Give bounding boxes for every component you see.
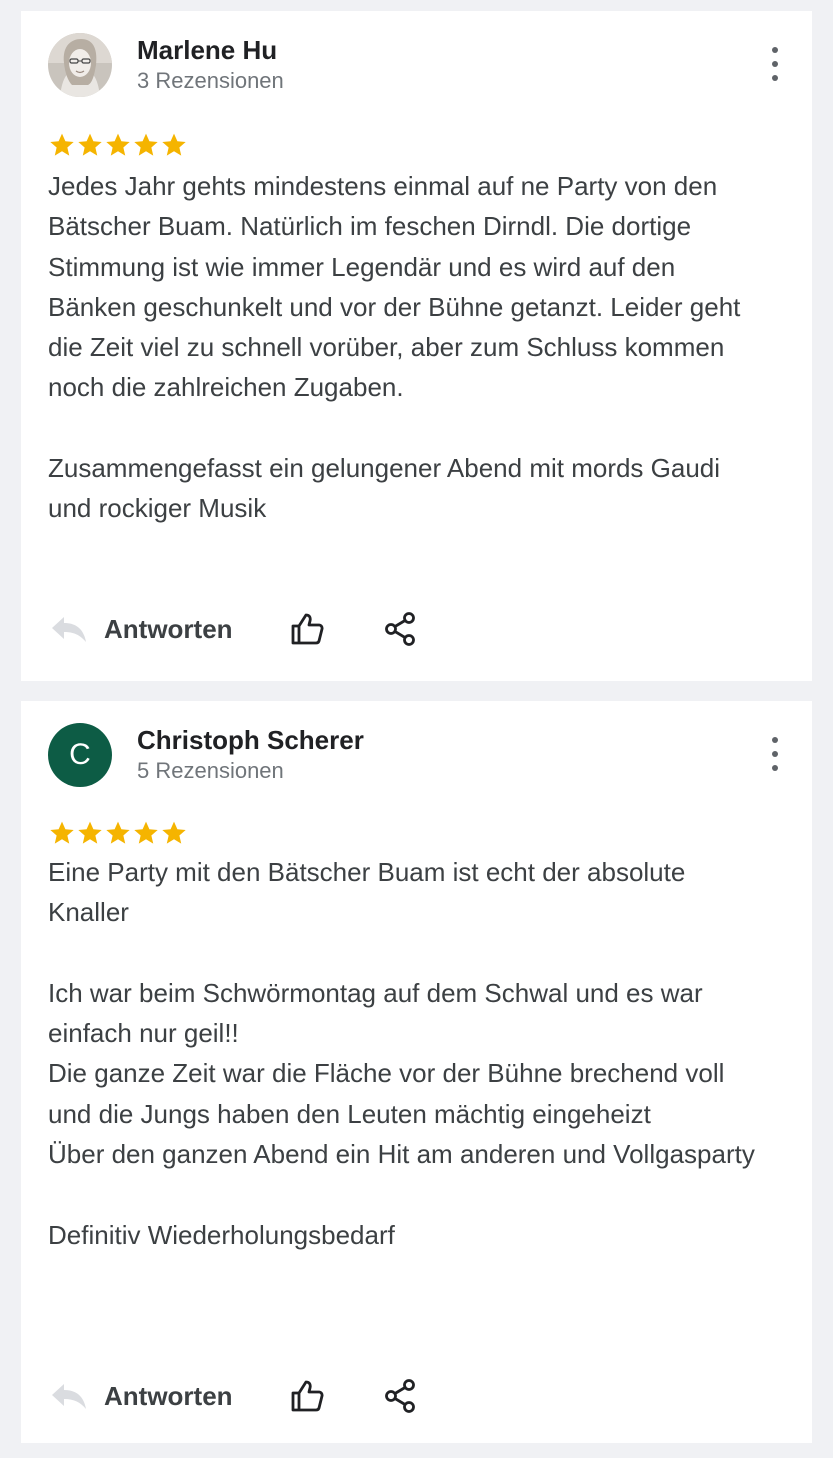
review-paragraph: Zusammengefasst ein gelungener Abend mit… — [48, 453, 721, 524]
review-count: 3 Rezensionen — [137, 68, 284, 93]
share-icon — [384, 1379, 415, 1413]
review-card: Marlene Hu 3 Rezensionen Jedes Jahr geht… — [21, 11, 812, 681]
thumbs-up-icon — [291, 1380, 324, 1412]
review-line: Ich war beim Schwörmontag auf dem Schwal… — [48, 977, 703, 1049]
star-icon — [106, 133, 130, 156]
avatar[interactable] — [48, 33, 112, 97]
reply-label: Antworten — [104, 1380, 233, 1411]
star-rating — [48, 131, 188, 159]
review-line: Die ganze Zeit war die Fläche vor der Bü… — [48, 1058, 725, 1129]
more-vert-icon — [772, 737, 778, 743]
more-options-button[interactable] — [766, 737, 784, 771]
star-icon — [78, 821, 102, 844]
star-icon — [162, 821, 186, 844]
share-button[interactable] — [383, 1378, 417, 1414]
star-icon — [134, 821, 158, 844]
reply-label: Antworten — [104, 613, 233, 644]
star-icon — [106, 821, 130, 844]
review-line: Definitiv Wiederholungsbedarf — [48, 1219, 395, 1250]
review-actions: Antworten — [48, 1378, 417, 1414]
more-options-button[interactable] — [766, 47, 784, 81]
reply-icon — [52, 617, 86, 642]
more-vert-icon — [772, 47, 778, 53]
review-actions: Antworten — [48, 611, 417, 647]
author-name[interactable]: Christoph Scherer — [137, 725, 364, 756]
review-line: Über den ganzen Abend ein Hit am anderen… — [48, 1139, 755, 1170]
star-icon — [134, 133, 158, 156]
review-text: Eine Party mit den Bätscher Buam ist ech… — [48, 852, 768, 1255]
like-button[interactable] — [289, 611, 325, 647]
star-icon — [162, 133, 186, 156]
thumbs-up-icon — [291, 613, 324, 645]
review-paragraph: Jedes Jahr gehts mindestens einmal auf n… — [48, 171, 741, 403]
share-icon — [384, 612, 415, 646]
star-icon — [50, 821, 74, 844]
reply-button[interactable]: Antworten — [48, 611, 233, 647]
star-icon — [78, 133, 102, 156]
star-icon — [50, 133, 74, 156]
review-text: Jedes Jahr gehts mindestens einmal auf n… — [48, 166, 768, 529]
reply-icon — [52, 1384, 86, 1409]
reviews-feed: Marlene Hu 3 Rezensionen Jedes Jahr geht… — [0, 0, 833, 1458]
avatar[interactable]: C — [48, 723, 112, 787]
star-rating — [48, 819, 188, 847]
review-card: C Christoph Scherer 5 Rezensionen Eine P… — [21, 701, 812, 1443]
reply-button[interactable]: Antworten — [48, 1378, 233, 1414]
like-button[interactable] — [289, 1378, 325, 1414]
review-line: Eine Party mit den Bätscher Buam ist ech… — [48, 857, 686, 928]
share-button[interactable] — [383, 611, 417, 647]
author-name[interactable]: Marlene Hu — [137, 35, 277, 66]
review-count: 5 Rezensionen — [137, 758, 284, 783]
